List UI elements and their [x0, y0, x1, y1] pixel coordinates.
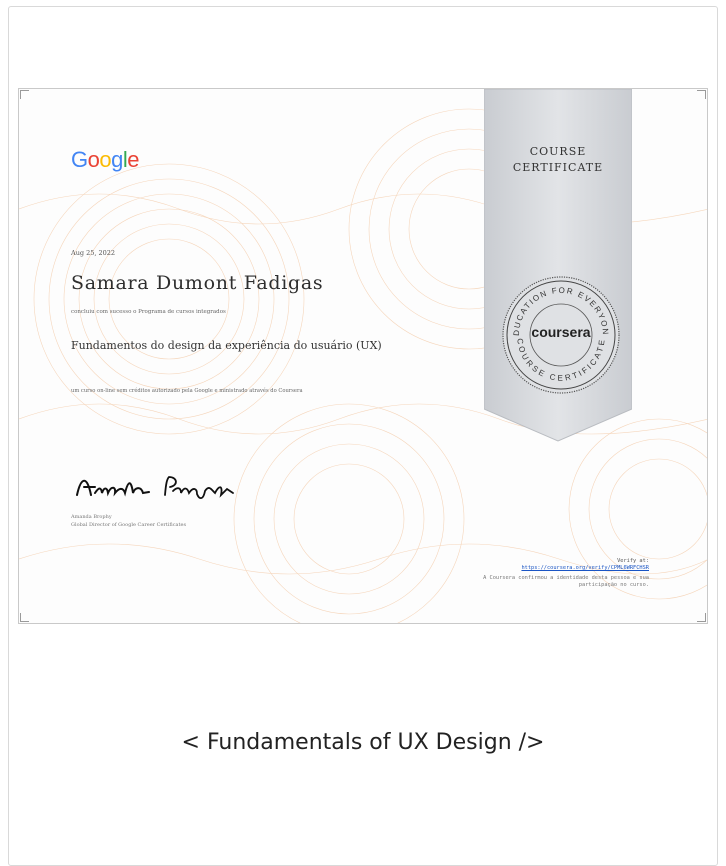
certificate-caption: < Fundamentals of UX Design /> [181, 730, 545, 755]
signer-block: Amanda Brophy Global Director of Google … [71, 513, 186, 529]
corner-mark-bottom-right [697, 613, 706, 622]
corner-mark-top-right [697, 90, 706, 99]
signer-name: Amanda Brophy [71, 514, 112, 520]
corner-mark-bottom-left [20, 613, 29, 622]
signature-image [76, 476, 234, 500]
ribbon-title-line: COURSE [529, 145, 587, 158]
google-logo-letter: o [99, 147, 112, 172]
google-logo: Google [71, 147, 140, 173]
verify-label: Verify at: [617, 558, 649, 564]
google-logo-letter: g [111, 147, 123, 172]
course-title: Fundamentos do design da experiência do … [71, 339, 382, 352]
google-logo-letter: G [71, 147, 88, 172]
corner-mark-top-left [20, 90, 29, 99]
google-logo-letter: o [87, 147, 100, 172]
recipient-name: Samara Dumont Fadigas [71, 272, 324, 294]
verify-block: Verify at: https://coursera.org/verify/C… [479, 558, 649, 589]
signer-title: Global Director of Google Career Certifi… [71, 522, 187, 528]
google-logo-letter: e [127, 147, 140, 172]
course-description: um curso on-line sem créditos autorizado… [71, 388, 303, 394]
seal-brand-name: coursera [531, 324, 591, 340]
completion-text: concluiu com sucesso o Programa de curso… [71, 309, 226, 315]
certificate-image[interactable]: Google Aug 25, 2022 Samara Dumont Fadiga… [18, 88, 708, 624]
ribbon-title-line: CERTIFICATE [512, 161, 604, 174]
verify-link[interactable]: https://coursera.org/verify/CPML6WRFCHSR [479, 565, 649, 572]
verify-note: A Coursera confirmou a identidade desta … [483, 575, 649, 588]
certificate-date: Aug 25, 2022 [71, 249, 116, 257]
ribbon-title: COURSE CERTIFICATE [484, 144, 632, 176]
